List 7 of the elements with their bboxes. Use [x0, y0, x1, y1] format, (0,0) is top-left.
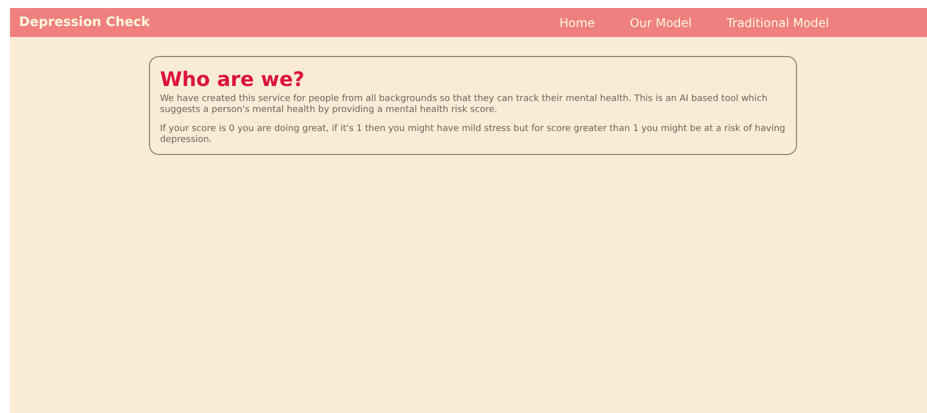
paragraph: We have created this service for people from all backgrounds so that they can track their mental health. This is an AI based tool which suggests a person's mental health by providing a mental health risk score. [160, 94, 768, 116]
nav-link[interactable]: Home [559, 16, 595, 30]
card-title: Who are we? [160, 67, 306, 91]
nav-link[interactable]: Our Model [630, 16, 692, 30]
brand-link[interactable]: Depression Check [19, 15, 150, 30]
nav-link[interactable]: Traditional Model [726, 16, 829, 30]
paragraph: If your score is 0 you are doing great, if it's 1 then you might have mild stress but for score greater than 1 you might be at a risk of having depression. [160, 124, 786, 146]
